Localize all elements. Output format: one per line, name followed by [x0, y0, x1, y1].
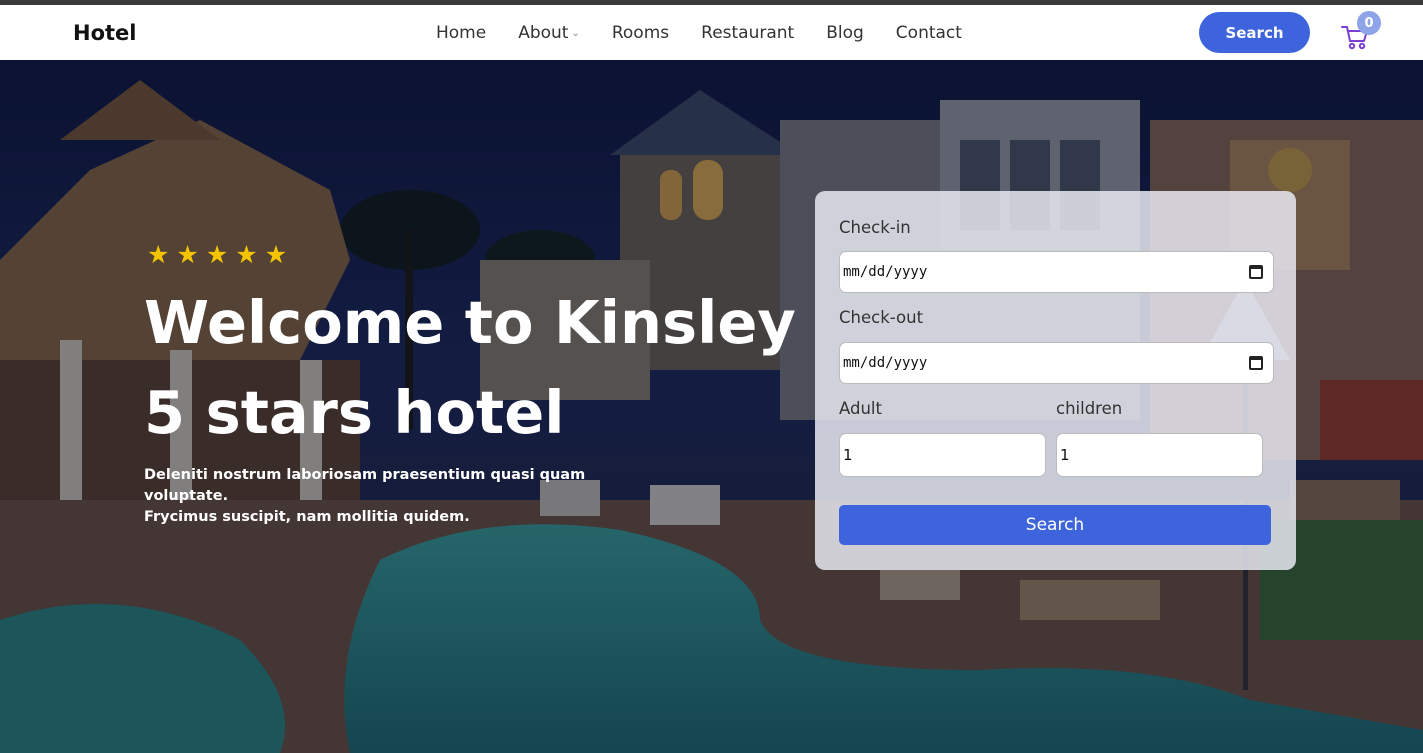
- five-star-rating: ★ ★ ★ ★ ★: [147, 242, 294, 267]
- hero-section: ★ ★ ★ ★ ★ Welcome to Kinsley 5 stars hotel D…: [0, 60, 1423, 753]
- hero-title: Welcome to Kinsley 5 stars hotel: [144, 278, 824, 458]
- cart-count-badge: 0: [1357, 11, 1381, 35]
- calendar-icon[interactable]: [1249, 265, 1263, 279]
- checkout-label: Check-out: [839, 308, 924, 327]
- star-icon: ★: [205, 240, 229, 269]
- adult-label: Adult: [839, 399, 882, 418]
- hero-subtitle-line2: Frycimus suscipit, nam mollitia quidem.: [144, 509, 470, 525]
- main-nav: Home About ⌄ Rooms Restaurant Blog Contac…: [436, 23, 994, 43]
- star-icon: ★: [264, 240, 288, 269]
- navbar: Hotel Home About ⌄ Rooms Restaurant Blog …: [0, 5, 1423, 60]
- hero-title-line1: Welcome to Kinsley: [144, 288, 796, 357]
- booking-search-button[interactable]: Search: [839, 505, 1271, 545]
- hero-subtitle-line1: Deleniti nostrum laboriosam praesentium …: [144, 467, 586, 504]
- hero-title-line2: 5 stars hotel: [144, 378, 565, 447]
- checkout-placeholder: mm/dd/yyyy: [843, 355, 928, 371]
- header-search-button[interactable]: Search: [1199, 12, 1310, 53]
- star-icon: ★: [147, 240, 170, 269]
- checkin-date-input[interactable]: mm/dd/yyyy: [839, 251, 1274, 293]
- nav-about[interactable]: About ⌄: [518, 23, 580, 43]
- adult-count-input[interactable]: 1: [839, 433, 1046, 477]
- children-count-input[interactable]: 1: [1056, 433, 1263, 477]
- nav-restaurant[interactable]: Restaurant: [701, 23, 794, 43]
- booking-form: Check-in mm/dd/yyyy Check-out mm/dd/yyyy…: [815, 191, 1296, 570]
- children-label: children: [1056, 399, 1123, 418]
- star-icon: ★: [235, 240, 258, 269]
- nav-home[interactable]: Home: [436, 23, 486, 43]
- star-icon: ★: [176, 240, 199, 269]
- checkin-label: Check-in: [839, 218, 911, 237]
- nav-about-label: About: [518, 23, 569, 43]
- checkout-date-input[interactable]: mm/dd/yyyy: [839, 342, 1274, 384]
- calendar-icon[interactable]: [1249, 356, 1263, 370]
- hero-subtitle: Deleniti nostrum laboriosam praesentium …: [144, 465, 664, 528]
- chevron-down-icon: ⌄: [571, 27, 580, 39]
- children-value: 1: [1060, 446, 1070, 464]
- nav-rooms[interactable]: Rooms: [612, 23, 669, 43]
- nav-blog[interactable]: Blog: [826, 23, 864, 43]
- adult-value: 1: [843, 446, 853, 464]
- checkin-placeholder: mm/dd/yyyy: [843, 264, 928, 280]
- brand-logo[interactable]: Hotel: [73, 21, 136, 45]
- nav-contact[interactable]: Contact: [896, 23, 962, 43]
